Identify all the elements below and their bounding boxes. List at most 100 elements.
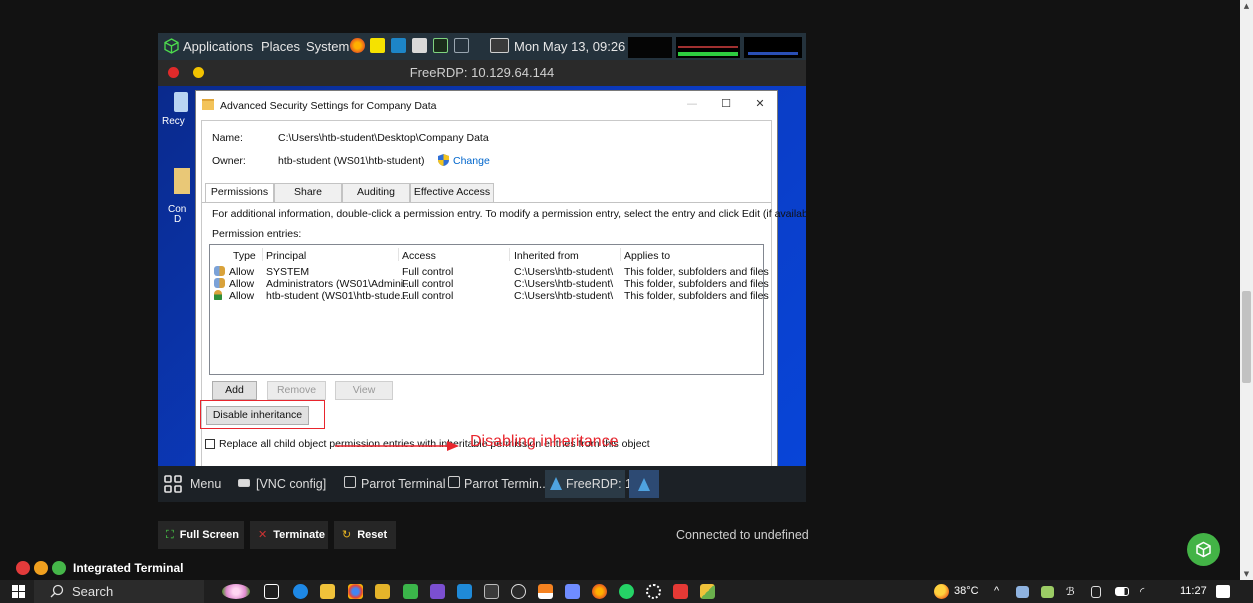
weather-icon[interactable] xyxy=(934,584,949,599)
page-scrollbar[interactable]: ▲ ▼ xyxy=(1240,0,1253,580)
recycle-bin-icon[interactable] xyxy=(174,92,188,112)
table-row[interactable]: Allow htb-student (WS01\htb-stude... Ful… xyxy=(210,290,769,302)
window-icon[interactable] xyxy=(454,38,469,53)
taskbar-item-vnc-config[interactable]: [VNC config] xyxy=(256,477,326,491)
record-app-icon[interactable] xyxy=(673,584,688,599)
terminal-icon[interactable] xyxy=(484,584,499,599)
taskbar-item-parrot-terminal[interactable]: Parrot Terminal xyxy=(361,477,446,491)
monitor-icon[interactable] xyxy=(391,38,406,53)
table-row[interactable]: Allow Administrators (WS01\Admini... Ful… xyxy=(210,278,769,290)
remove-button[interactable]: Remove xyxy=(267,381,326,400)
view-button[interactable]: View xyxy=(335,381,393,400)
close-icon[interactable]: ✕ xyxy=(748,97,772,113)
network-icon[interactable] xyxy=(490,38,509,53)
vlc-icon[interactable] xyxy=(538,584,553,599)
column-header-access[interactable]: Access xyxy=(402,250,436,262)
rdp-titlebar: FreeRDP: 10.129.64.144 xyxy=(158,60,806,86)
scroll-up-icon[interactable]: ▲ xyxy=(1240,0,1253,12)
row-applies-to: This folder, subfolders and files xyxy=(624,266,769,278)
tab-effective-access[interactable]: Effective Access xyxy=(410,183,494,202)
full-screen-button[interactable]: ⛶ Full Screen xyxy=(158,521,244,549)
maximize-icon[interactable]: ☐ xyxy=(714,97,738,113)
edge-icon[interactable] xyxy=(293,584,308,599)
scroll-down-icon[interactable]: ▼ xyxy=(1240,568,1253,580)
integrated-terminal-bar: Integrated Terminal xyxy=(0,557,1240,580)
security-icon[interactable] xyxy=(1041,586,1054,598)
remote-session-viewport[interactable]: Applications Places System Mon May 13, 0… xyxy=(158,33,806,502)
add-button[interactable]: Add xyxy=(212,381,257,400)
terminal-icon[interactable] xyxy=(433,38,448,53)
applications-menu[interactable]: Applications xyxy=(183,39,253,54)
applications-cube-icon[interactable] xyxy=(164,38,179,54)
column-separator xyxy=(262,248,263,261)
text-editor-icon[interactable] xyxy=(412,38,427,53)
display-icon[interactable] xyxy=(1016,586,1029,598)
notes-icon[interactable] xyxy=(403,584,418,599)
parrot-top-panel: Applications Places System Mon May 13, 0… xyxy=(158,33,806,60)
tab-auditing[interactable]: Auditing xyxy=(342,183,410,202)
connection-status: Connected to undefined xyxy=(676,528,809,542)
firefox-icon[interactable] xyxy=(592,584,607,599)
taskbar-menu-label[interactable]: Menu xyxy=(190,477,221,491)
column-header-type[interactable]: Type xyxy=(233,250,256,262)
terminal-maximize-icon[interactable] xyxy=(52,561,66,575)
paint-icon[interactable] xyxy=(700,584,715,599)
whatsapp-icon[interactable] xyxy=(619,584,634,599)
tab-share[interactable]: Share xyxy=(274,183,342,202)
folder-label-2: D xyxy=(174,214,182,225)
temperature[interactable]: 38°C xyxy=(954,585,979,597)
clock[interactable]: Mon May 13, 09:26 xyxy=(514,39,625,54)
notification-icon[interactable] xyxy=(1216,585,1230,598)
settings-icon[interactable] xyxy=(646,584,661,599)
window-icon xyxy=(238,479,250,487)
taskbar-item-parrot-terminal-2[interactable]: Parrot Termin... xyxy=(464,477,549,491)
scrollbar-thumb[interactable] xyxy=(1242,291,1251,383)
replace-entries-checkbox[interactable] xyxy=(205,439,215,449)
settings-fab[interactable] xyxy=(1187,533,1220,566)
disable-inheritance-button[interactable]: Disable inheritance xyxy=(206,406,309,425)
taskbar-item-freerdp-2[interactable] xyxy=(629,470,659,498)
menu-grid-icon[interactable] xyxy=(164,475,182,493)
sublime-icon[interactable] xyxy=(375,584,390,599)
chrome-icon[interactable] xyxy=(348,584,363,599)
info-text: For additional information, double-click… xyxy=(212,208,806,220)
terminal-minimize-icon[interactable] xyxy=(34,561,48,575)
system-menu[interactable]: System xyxy=(306,39,349,54)
task-view-icon[interactable] xyxy=(264,584,279,599)
windows-start-icon[interactable] xyxy=(12,585,25,598)
language-icon[interactable]: ℬ xyxy=(1066,585,1075,598)
terminal-close-icon[interactable] xyxy=(16,561,30,575)
column-header-principal[interactable]: Principal xyxy=(266,250,306,262)
firefox-icon[interactable] xyxy=(350,38,365,53)
change-owner-link[interactable]: Change xyxy=(453,155,490,167)
dialog-title: Advanced Security Settings for Company D… xyxy=(220,100,437,112)
wifi-icon[interactable]: ◜ xyxy=(1140,585,1144,598)
taskbar-search-box[interactable]: Search xyxy=(34,580,204,603)
tray-overflow-icon[interactable]: ^ xyxy=(994,585,999,597)
visual-studio-icon[interactable] xyxy=(430,584,445,599)
folder-icon[interactable] xyxy=(174,168,190,194)
tab-permissions[interactable]: Permissions xyxy=(205,183,274,203)
lotus-widget-icon[interactable] xyxy=(222,584,250,599)
vscode-icon[interactable] xyxy=(457,584,472,599)
column-separator xyxy=(509,248,510,261)
inkscape-icon[interactable] xyxy=(565,584,580,599)
reset-button[interactable]: ↻ Reset xyxy=(334,521,396,549)
column-header-inherited-from[interactable]: Inherited from xyxy=(514,250,579,262)
permission-entries-list[interactable]: Type Principal Access Inherited from App… xyxy=(209,244,769,375)
clock[interactable]: 11:27 xyxy=(1180,585,1207,597)
annotation-arrow-icon xyxy=(335,441,459,451)
bolt-icon[interactable] xyxy=(370,38,385,53)
file-explorer-icon[interactable] xyxy=(320,584,335,599)
screen: ▲ ▼ Applications Places System Mon May 1… xyxy=(0,0,1253,603)
battery-icon[interactable] xyxy=(1115,587,1129,596)
column-header-applies-to[interactable]: Applies to xyxy=(624,250,670,262)
terminate-button[interactable]: ✕ Terminate xyxy=(250,521,328,549)
storage-icon[interactable] xyxy=(1091,586,1101,598)
minimize-icon[interactable]: — xyxy=(680,97,704,113)
places-menu[interactable]: Places xyxy=(261,39,300,54)
cube-app-icon[interactable] xyxy=(511,584,526,599)
terminal-label[interactable]: Integrated Terminal xyxy=(73,561,183,575)
freerdp-icon xyxy=(550,477,562,490)
table-row[interactable]: Allow SYSTEM Full control C:\Users\htb-s… xyxy=(210,266,769,278)
